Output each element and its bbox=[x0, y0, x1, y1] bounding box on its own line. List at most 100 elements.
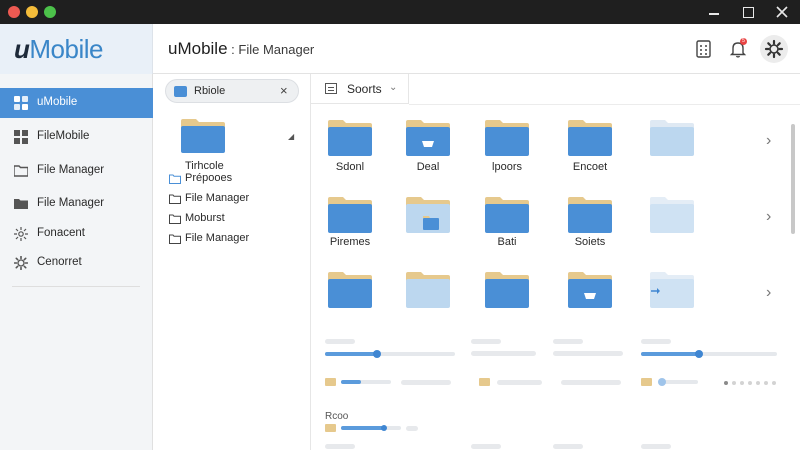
brand-u: u bbox=[14, 34, 30, 64]
progress-slider[interactable] bbox=[325, 350, 455, 358]
sidebar-item-label: File Manager bbox=[37, 197, 105, 209]
page-dot[interactable] bbox=[732, 381, 736, 385]
progress-dot bbox=[658, 378, 666, 386]
placeholder-bar bbox=[553, 351, 623, 356]
progress-slider[interactable] bbox=[641, 350, 777, 358]
tree-item-label: Moburst bbox=[185, 212, 225, 224]
placeholder-bar bbox=[641, 444, 671, 449]
progress-fill bbox=[341, 380, 361, 384]
sidebar-item-fonacent[interactable]: Fonacent bbox=[0, 219, 153, 249]
sort-icon bbox=[325, 83, 337, 94]
folder-label: Soiets bbox=[574, 236, 606, 248]
sidebar-item-file-manager-2[interactable]: File Manager bbox=[0, 189, 153, 219]
folder-icon[interactable] bbox=[180, 118, 226, 154]
sort-dropdown[interactable]: Soorts ⌄ bbox=[311, 74, 409, 104]
slider-handle[interactable] bbox=[381, 425, 387, 431]
placeholder-bar bbox=[471, 339, 501, 344]
app-header: uMobile uMobile : File Manager 5 bbox=[0, 24, 800, 74]
maximize-button[interactable] bbox=[738, 2, 758, 22]
folder-icon bbox=[14, 199, 28, 209]
brand-rest: Mobile bbox=[29, 34, 103, 64]
folder-icon[interactable] bbox=[484, 271, 530, 309]
chevron-right-icon[interactable]: › bbox=[766, 284, 771, 302]
page-dot[interactable] bbox=[740, 381, 744, 385]
page-dot[interactable] bbox=[764, 381, 768, 385]
folder-icon[interactable] bbox=[405, 271, 451, 309]
placeholder-bar bbox=[471, 444, 501, 449]
sidebar-item-cenorret[interactable]: Cenorret bbox=[0, 248, 153, 278]
folder-label: Encoet bbox=[572, 161, 608, 173]
minimize-dot[interactable] bbox=[26, 6, 38, 18]
vertical-scrollbar[interactable] bbox=[791, 124, 795, 234]
folder-tree: Rbiole × ◢ Tirhcole Prépooes File Manage… bbox=[153, 74, 311, 450]
tree-folder-title: Tirhcole bbox=[185, 160, 224, 172]
chevron-down-icon: ⌄ bbox=[389, 82, 398, 93]
folder-icon[interactable] bbox=[567, 196, 613, 234]
folder-icon[interactable] bbox=[649, 271, 695, 309]
folder-icon[interactable] bbox=[567, 119, 613, 157]
progress-bar bbox=[341, 380, 391, 384]
grid-view-button[interactable] bbox=[692, 37, 716, 61]
folder-outline-icon bbox=[169, 214, 181, 224]
brand-logo: uMobile bbox=[14, 34, 103, 65]
progress-fill bbox=[341, 426, 385, 430]
page-dot[interactable] bbox=[724, 381, 728, 385]
slider-handle[interactable] bbox=[695, 350, 703, 358]
placeholder-bar bbox=[553, 444, 583, 449]
sidebar-item-label: File Manager bbox=[37, 164, 105, 176]
page-dot[interactable] bbox=[756, 381, 760, 385]
small-folder-icon bbox=[479, 378, 490, 386]
folder-icon[interactable] bbox=[649, 196, 695, 234]
sidebar-item-file-manager[interactable]: File Manager bbox=[0, 156, 153, 186]
sidebar-item-label: FileMobile bbox=[37, 130, 90, 142]
folder-outline-blue-icon bbox=[169, 174, 181, 184]
folder-label: lpoors bbox=[492, 161, 522, 173]
folder-icon[interactable] bbox=[484, 196, 530, 234]
placeholder-bar bbox=[561, 380, 621, 385]
folder-icon[interactable] bbox=[484, 119, 530, 157]
location-chip[interactable]: Rbiole × bbox=[165, 79, 299, 103]
expand-caret-icon[interactable]: ◢ bbox=[288, 132, 294, 141]
folder-icon[interactable] bbox=[405, 119, 451, 157]
small-folder-icon bbox=[325, 424, 336, 432]
page-title-sub: : File Manager bbox=[227, 42, 315, 57]
location-chip-label: Rbiole bbox=[194, 85, 226, 97]
slider-handle[interactable] bbox=[373, 350, 381, 358]
folder-icon[interactable] bbox=[405, 196, 451, 234]
tree-item-label: File Manager bbox=[185, 232, 250, 244]
notifications-button[interactable]: 5 bbox=[726, 37, 750, 61]
placeholder-bar bbox=[325, 339, 355, 344]
progress-slider[interactable] bbox=[341, 425, 401, 431]
sidebar-item-label: Cenorret bbox=[37, 256, 82, 268]
placeholder-bar bbox=[497, 380, 542, 385]
folder-icon[interactable] bbox=[649, 119, 695, 157]
folder-label: Deal bbox=[416, 161, 440, 173]
folder-icon[interactable] bbox=[327, 271, 373, 309]
sidebar-item-filemobile[interactable]: FileMobile bbox=[0, 122, 153, 152]
tree-item-label: Prépooes bbox=[185, 172, 233, 184]
page-dot[interactable] bbox=[772, 381, 776, 385]
sidebar: uMobile FileMobile File Manager File Man… bbox=[0, 74, 153, 450]
sidebar-item-label: uMobile bbox=[37, 96, 78, 108]
close-button[interactable] bbox=[772, 2, 792, 22]
brand: uMobile bbox=[0, 24, 153, 74]
section-label: Rcoo bbox=[325, 411, 349, 422]
sidebar-item-umobile[interactable]: uMobile bbox=[0, 88, 153, 118]
gear-icon bbox=[14, 256, 28, 270]
chevron-right-icon[interactable]: › bbox=[766, 132, 771, 150]
chevron-right-icon[interactable]: › bbox=[766, 208, 771, 226]
placeholder-bar bbox=[553, 339, 583, 344]
progress-fill bbox=[325, 352, 377, 356]
placeholder-bar bbox=[471, 351, 536, 356]
close-dot[interactable] bbox=[8, 6, 20, 18]
folder-icon[interactable] bbox=[327, 119, 373, 157]
page-dot[interactable] bbox=[748, 381, 752, 385]
close-icon[interactable]: × bbox=[280, 83, 288, 98]
minimize-button[interactable] bbox=[704, 2, 724, 22]
folder-icon bbox=[14, 165, 28, 177]
folder-icon[interactable] bbox=[327, 196, 373, 234]
settings-button[interactable] bbox=[760, 35, 788, 63]
placeholder-bar bbox=[641, 339, 671, 344]
zoom-dot[interactable] bbox=[44, 6, 56, 18]
folder-icon[interactable] bbox=[567, 271, 613, 309]
